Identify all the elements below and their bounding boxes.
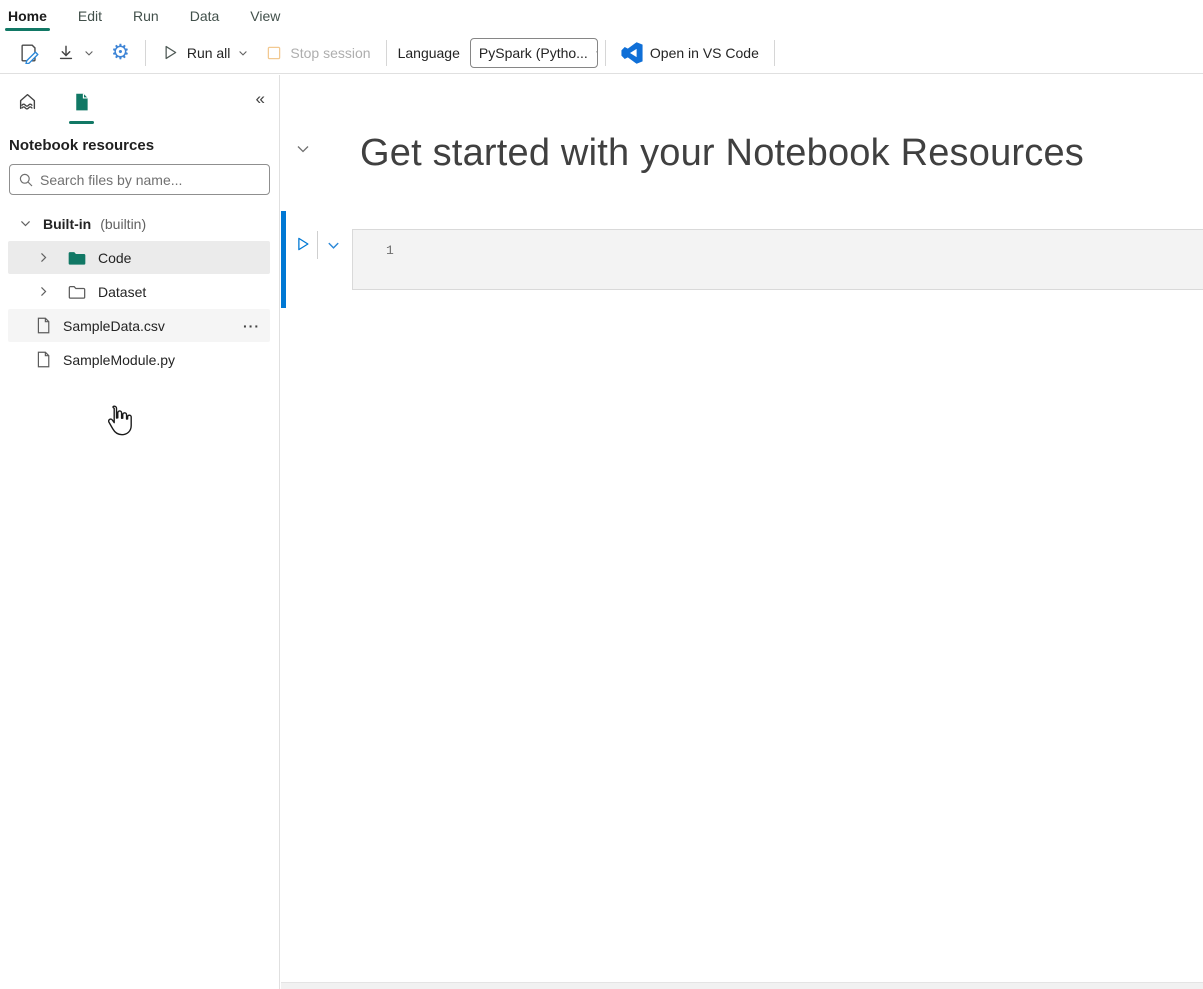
run-all-button[interactable]: Run all bbox=[153, 38, 258, 67]
save-edit-icon bbox=[18, 42, 40, 64]
language-value: PySpark (Pytho... bbox=[479, 45, 588, 61]
tree-item-label: SampleData.csv bbox=[63, 318, 165, 334]
tree-item-code[interactable]: Code bbox=[8, 241, 270, 274]
toolbar-divider bbox=[386, 40, 387, 66]
search-input[interactable] bbox=[40, 172, 261, 188]
toolbar-divider bbox=[774, 40, 775, 66]
tree-item-suffix: (builtin) bbox=[100, 216, 146, 232]
tree-item-label: Dataset bbox=[98, 284, 146, 300]
cell-controls-divider bbox=[317, 231, 318, 259]
chevron-right-icon[interactable] bbox=[36, 285, 50, 298]
chevron-down-icon bbox=[594, 47, 598, 59]
files-tab[interactable] bbox=[65, 89, 98, 115]
toolbar-divider bbox=[605, 40, 606, 66]
tree-item-dataset[interactable]: Dataset bbox=[8, 275, 270, 308]
cell-run-button[interactable] bbox=[294, 235, 312, 253]
vscode-icon bbox=[621, 42, 643, 64]
settings-gear-icon: ⚙ bbox=[111, 42, 130, 63]
heading-collapse-icon[interactable] bbox=[295, 141, 311, 157]
file-icon bbox=[35, 350, 52, 369]
chevron-down-icon[interactable] bbox=[237, 47, 249, 59]
cursor-hand-icon bbox=[101, 403, 135, 441]
cell-collapse-icon[interactable] bbox=[326, 238, 341, 253]
line-number: 1 bbox=[386, 243, 394, 258]
tree-item-builtin[interactable]: Built-in (builtin) bbox=[8, 207, 270, 240]
toolbar: ⚙ Run all Stop session Language PySpark … bbox=[0, 32, 1203, 74]
code-cell-editor[interactable]: 1 bbox=[352, 229, 1203, 290]
tree-item-label: Built-in bbox=[43, 216, 91, 232]
open-in-vscode-button[interactable]: Open in VS Code bbox=[613, 37, 767, 69]
run-all-icon bbox=[161, 43, 180, 62]
open-in-vscode-label: Open in VS Code bbox=[650, 45, 759, 61]
toolbar-divider bbox=[145, 40, 146, 66]
language-label: Language bbox=[398, 45, 460, 61]
stop-session-icon bbox=[265, 44, 283, 62]
tree-item-label: SampleModule.py bbox=[63, 352, 175, 368]
file-icon bbox=[35, 316, 52, 335]
sidebar-tab-row: « bbox=[0, 75, 279, 123]
menu-item-data[interactable]: Data bbox=[190, 2, 220, 30]
resources-tree: Built-in (builtin) Code Data bbox=[0, 207, 279, 376]
resources-sidebar: « Notebook resources Built-in (builtin) bbox=[0, 75, 280, 989]
chevron-down-icon bbox=[83, 47, 95, 59]
sidebar-title: Notebook resources bbox=[0, 123, 279, 164]
menu-item-edit[interactable]: Edit bbox=[78, 2, 102, 30]
menu-item-view[interactable]: View bbox=[250, 2, 280, 30]
search-icon bbox=[18, 172, 34, 188]
files-document-icon bbox=[71, 91, 92, 113]
folder-icon bbox=[67, 249, 87, 267]
more-options-button[interactable]: ··· bbox=[243, 318, 260, 334]
tree-item-sampledata[interactable]: SampleData.csv ··· bbox=[8, 309, 270, 342]
collapse-panel-icon[interactable]: « bbox=[256, 89, 265, 109]
horizontal-scrollbar-track[interactable] bbox=[281, 982, 1203, 989]
settings-button[interactable]: ⚙ bbox=[103, 37, 138, 68]
run-all-label: Run all bbox=[187, 45, 231, 61]
stop-session-button[interactable]: Stop session bbox=[257, 39, 378, 67]
menu-item-run[interactable]: Run bbox=[133, 2, 159, 30]
menu-bar: Home Edit Run Data View bbox=[0, 0, 1203, 32]
lakehouse-tab[interactable] bbox=[10, 89, 45, 115]
language-dropdown[interactable]: PySpark (Pytho... bbox=[470, 38, 598, 68]
stop-session-label: Stop session bbox=[290, 45, 370, 61]
menu-item-home[interactable]: Home bbox=[8, 2, 47, 30]
chevron-right-icon[interactable] bbox=[36, 251, 50, 264]
cell-selection-bar bbox=[281, 211, 286, 308]
lakehouse-icon bbox=[16, 91, 39, 113]
page-title: Get started with your Notebook Resources bbox=[360, 132, 1084, 175]
download-icon bbox=[56, 43, 76, 63]
tree-item-label: Code bbox=[98, 250, 131, 266]
chevron-down-icon[interactable] bbox=[18, 217, 32, 230]
folder-outline-icon bbox=[67, 283, 87, 301]
search-box[interactable] bbox=[9, 164, 270, 195]
download-button[interactable] bbox=[48, 38, 103, 68]
save-button[interactable] bbox=[10, 37, 48, 69]
tree-item-samplemodule[interactable]: SampleModule.py bbox=[8, 343, 270, 376]
notebook-canvas: Get started with your Notebook Resources… bbox=[280, 75, 1203, 989]
